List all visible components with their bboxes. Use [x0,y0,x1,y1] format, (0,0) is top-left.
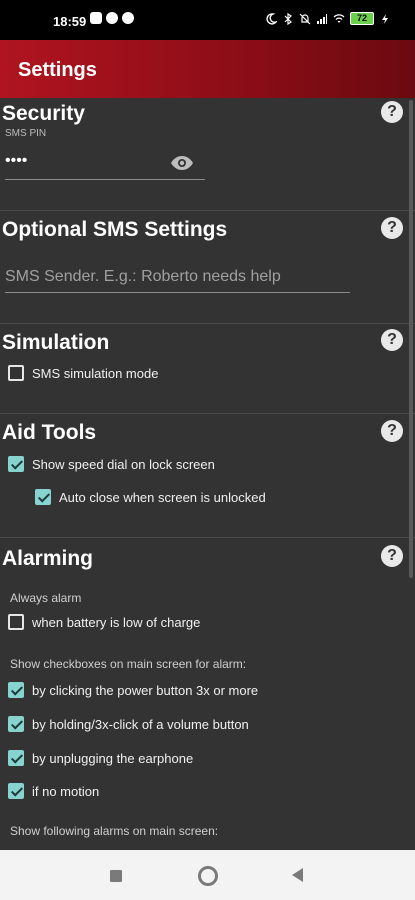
no-motion-checkbox-row[interactable]: if no motion [8,783,99,799]
sms-pin-label: SMS PIN [5,128,47,139]
speed-dial-label: Show speed dial on lock screen [32,456,215,472]
volume-button-checkbox-row[interactable]: by holding/3x-click of a volume button [8,716,249,732]
status-system-icons: 72 [265,12,391,25]
status-time: 18:59 [53,14,87,29]
earphone-label: by unplugging the earphone [32,750,194,766]
volume-button-label: by holding/3x-click of a volume button [32,716,249,732]
signal-icon [317,13,327,24]
recents-button[interactable] [110,870,122,882]
status-bar: 18:59 72 [0,0,415,40]
sms-pin-underline [5,179,205,180]
charging-bolt-icon [382,13,388,24]
optional-sms-help-button[interactable]: ? [381,217,403,239]
wifi-icon [333,13,345,23]
sms-simulation-label: SMS simulation mode [32,365,159,381]
power-button-checkbox[interactable] [8,682,24,698]
battery-low-checkbox-row[interactable]: when battery is low of charge [8,614,200,630]
battery-low-checkbox[interactable] [8,614,24,630]
battery-icon: 72 [350,12,374,25]
optional-sms-section: Optional SMS Settings ? SMS Sender. E.g.… [0,210,415,323]
home-button[interactable] [198,866,218,886]
auto-close-checkbox-row[interactable]: Auto close when screen is unlocked [35,489,266,505]
alarming-section: Alarming ? Always alarm when battery is … [0,537,415,850]
aid-tools-help-button[interactable]: ? [381,420,403,442]
moon-icon [266,12,277,25]
back-button[interactable] [292,868,303,882]
sms-sender-underline [5,292,350,293]
show-checkboxes-label: Show checkboxes on main screen for alarm… [10,657,247,671]
sms-sender-input[interactable]: SMS Sender. E.g.: Roberto needs help [5,268,281,286]
security-section: Security ? SMS PIN •••• [0,98,415,210]
sms-pin-input[interactable]: •••• [5,152,27,170]
app-notification-icon-2 [122,12,134,24]
earphone-checkbox[interactable] [8,750,24,766]
security-title: Security [2,102,85,125]
earphone-checkbox-row[interactable]: by unplugging the earphone [8,750,193,766]
bell-off-icon [299,13,311,24]
alarming-help-button[interactable]: ? [381,545,403,567]
power-button-label: by clicking the power button 3x or more [32,682,259,698]
volume-button-checkbox[interactable] [8,716,24,732]
eye-icon[interactable] [170,155,194,171]
speed-dial-checkbox[interactable] [8,456,24,472]
simulation-section: Simulation ? SMS simulation mode [0,323,415,413]
no-motion-label: if no motion [32,783,100,799]
settings-content[interactable]: Security ? SMS PIN •••• Optional SMS Set… [0,98,415,850]
scrollbar[interactable] [409,100,413,578]
alarming-title: Alarming [2,547,94,570]
always-alarm-label: Always alarm [10,591,82,605]
sms-simulation-checkbox-row[interactable]: SMS simulation mode [8,365,158,381]
navigation-bar [0,850,415,900]
app-bar: Settings [0,40,415,98]
optional-sms-title: Optional SMS Settings [2,218,228,241]
status-notification-icons [90,12,134,24]
battery-low-label: when battery is low of charge [32,614,201,630]
no-motion-checkbox[interactable] [8,783,24,799]
auto-close-label: Auto close when screen is unlocked [59,489,266,505]
image-notification-icon [90,12,102,24]
page-title: Settings [18,59,97,81]
power-button-checkbox-row[interactable]: by clicking the power button 3x or more [8,682,258,698]
sms-simulation-checkbox[interactable] [8,365,24,381]
aid-tools-section: Aid Tools ? Show speed dial on lock scre… [0,413,415,537]
simulation-help-button[interactable]: ? [381,329,403,351]
simulation-title: Simulation [2,331,110,354]
bluetooth-icon [284,12,292,25]
show-following-label: Show following alarms on main screen: [10,824,219,838]
app-notification-icon [106,12,118,24]
aid-tools-title: Aid Tools [2,421,97,444]
auto-close-checkbox[interactable] [35,489,51,505]
security-help-button[interactable]: ? [381,101,403,123]
speed-dial-checkbox-row[interactable]: Show speed dial on lock screen [8,456,215,472]
